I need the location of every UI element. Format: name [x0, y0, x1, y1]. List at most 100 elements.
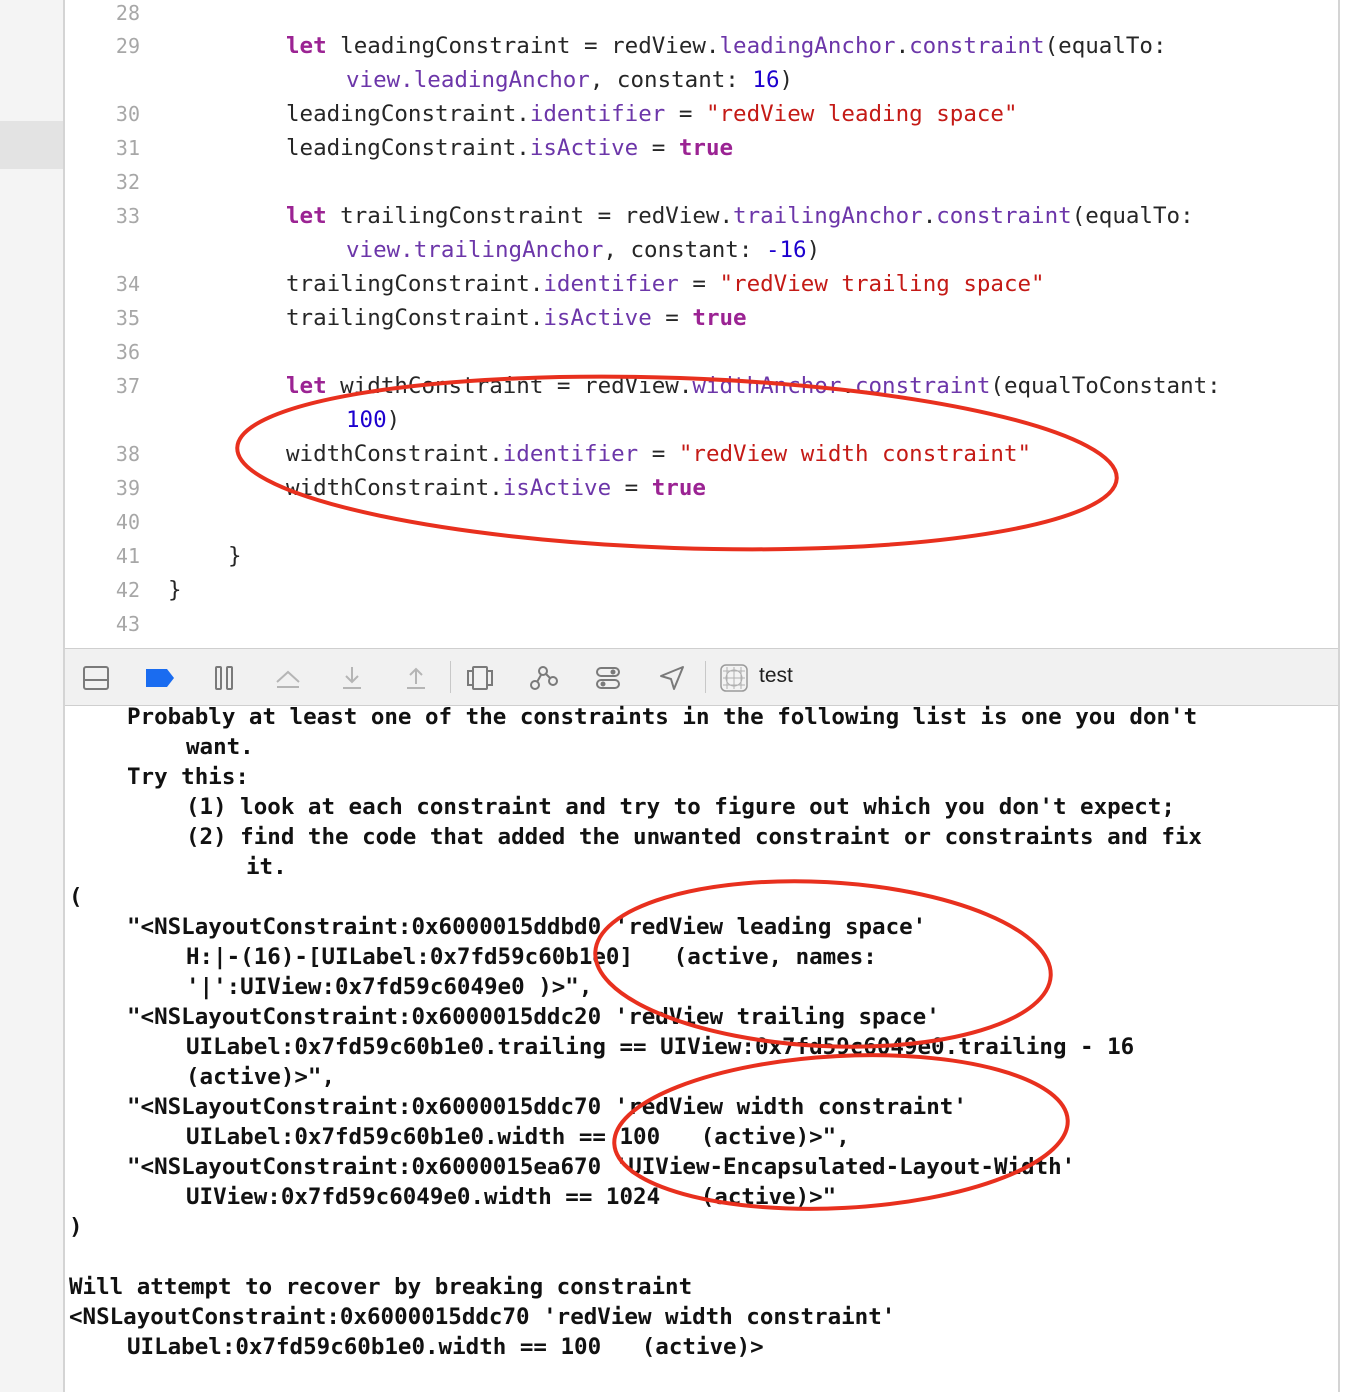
- console-line: Probably at least one of the constraints…: [127, 704, 1198, 730]
- code-token: ): [806, 237, 821, 263]
- code-token: =: [638, 135, 679, 161]
- console-line: UILabel:0x7fd59c60b1e0.width == 100 (act…: [186, 1124, 850, 1150]
- code-token: =: [678, 271, 720, 297]
- code-token: , constant:: [589, 67, 753, 93]
- code-token: trailingAnchor: [733, 203, 923, 229]
- step-into-icon[interactable]: [337, 664, 367, 692]
- console-line: (2) find the code that added the unwante…: [186, 824, 1202, 850]
- line-number: 41: [115, 544, 140, 568]
- line-number: 40: [115, 510, 140, 534]
- navigator-strip: [0, 0, 63, 1392]
- target-app-icon[interactable]: [719, 664, 749, 692]
- console-line: H:|-(16)-[UILabel:0x7fd59c60b1e0] (activ…: [186, 944, 877, 970]
- right-border: [1338, 0, 1340, 1392]
- console-line: "<NSLayoutConstraint:0x6000015ea670 'UIV…: [127, 1154, 1076, 1180]
- code-line: leadingConstraint.identifier = "redView …: [286, 101, 1018, 127]
- code-token: view.: [346, 237, 414, 263]
- line-number: 43: [115, 612, 140, 636]
- line-number: 34: [115, 272, 140, 296]
- code-token: (equalTo:: [1044, 33, 1167, 59]
- code-editor[interactable]: 28 29 let leadingConstraint = redView.lead…: [65, 0, 1338, 648]
- code-line: widthConstraint.identifier = "redView wi…: [286, 441, 1031, 467]
- line-number: 42: [115, 578, 140, 602]
- code-token: let: [286, 203, 327, 229]
- code-token: =: [611, 475, 652, 501]
- code-token: .: [841, 373, 855, 399]
- console-line: (active)>",: [186, 1064, 336, 1090]
- code-token: constraint: [854, 373, 991, 399]
- code-line: widthConstraint.isActive = true: [286, 475, 706, 501]
- console-line: Will attempt to recover by breaking cons…: [69, 1274, 693, 1300]
- code-token: 16: [752, 67, 780, 93]
- code-token: .: [895, 33, 910, 59]
- code-token: widthConstraint.: [286, 475, 503, 501]
- code-token: identifier: [529, 101, 666, 127]
- code-token: isActive: [502, 475, 612, 501]
- console-line: Try this:: [127, 764, 249, 790]
- code-token: (equalTo:: [1071, 203, 1194, 229]
- code-line: trailingConstraint.identifier = "redView…: [286, 271, 1045, 297]
- pause-icon[interactable]: [209, 664, 239, 692]
- console-line: "<NSLayoutConstraint:0x6000015ddc20 'red…: [127, 1004, 940, 1030]
- step-out-icon[interactable]: [401, 664, 431, 692]
- code-token: widthConstraint.: [286, 441, 503, 467]
- line-number: 28: [115, 1, 140, 25]
- code-token: view.: [346, 67, 414, 93]
- code-token: constraint: [936, 203, 1072, 229]
- code-token: -16: [765, 237, 807, 263]
- line-number: 33: [115, 204, 140, 228]
- code-line: }: [228, 543, 242, 569]
- hide-console-icon[interactable]: [81, 664, 111, 692]
- code-line: let leadingConstraint = redView.leadingA…: [286, 33, 1167, 59]
- code-line: }: [168, 577, 182, 603]
- code-line: leadingConstraint.isActive = true: [286, 135, 733, 161]
- code-token: widthConstraint = redView.: [326, 373, 693, 399]
- step-over-icon[interactable]: [273, 664, 303, 692]
- code-token: identifier: [543, 271, 679, 297]
- code-line: trailingConstraint.isActive = true: [286, 305, 747, 331]
- code-token: constraint: [909, 33, 1045, 59]
- code-token: trailingConstraint.: [286, 305, 544, 331]
- line-number: 32: [115, 170, 140, 194]
- view-hierarchy-icon[interactable]: [465, 664, 495, 692]
- console-line: UIView:0x7fd59c6049e0.width == 1024 (act…: [186, 1184, 837, 1210]
- code-token: "redView leading space": [705, 101, 1018, 127]
- code-token: leadingConstraint.: [286, 101, 530, 127]
- console-line: (: [69, 884, 83, 910]
- code-token: , constant:: [603, 237, 766, 263]
- environment-overrides-icon[interactable]: [593, 664, 623, 692]
- code-token: identifier: [502, 441, 639, 467]
- code-token: }: [168, 577, 182, 603]
- debug-toolbar: test: [65, 648, 1338, 706]
- console-line: "<NSLayoutConstraint:0x6000015ddc70 'red…: [127, 1094, 967, 1120]
- line-number: 35: [115, 306, 140, 330]
- console-line: '|':UIView:0x7fd59c6049e0 )>",: [186, 974, 593, 1000]
- debug-console[interactable]: Probably at least one of the constraints…: [65, 704, 1338, 1392]
- code-token: =: [665, 101, 706, 127]
- console-line: ): [69, 1214, 83, 1240]
- target-label[interactable]: test: [759, 664, 793, 688]
- memory-graph-icon[interactable]: [529, 664, 559, 692]
- line-number: 30: [115, 102, 140, 126]
- code-token: isActive: [543, 305, 652, 331]
- line-number: 29: [115, 34, 140, 58]
- navigator-selection: [0, 121, 63, 169]
- simulate-location-icon[interactable]: [657, 664, 687, 692]
- line-number: 39: [115, 476, 140, 500]
- line-number: 31: [115, 136, 140, 160]
- console-line: "<NSLayoutConstraint:0x6000015ddbd0 'red…: [127, 914, 927, 940]
- code-line: view.trailingAnchor, constant: -16): [346, 237, 820, 263]
- code-token: =: [638, 441, 679, 467]
- code-token: isActive: [529, 135, 639, 161]
- code-token: (equalToConstant:: [990, 373, 1221, 399]
- code-token: leadingConstraint.: [286, 135, 530, 161]
- console-line: want.: [186, 734, 254, 760]
- code-token: leadingConstraint = redView.: [326, 33, 720, 59]
- code-token: ): [779, 67, 794, 93]
- console-line: UILabel:0x7fd59c60b1e0.trailing == UIVie…: [186, 1034, 1135, 1060]
- code-token: trailingAnchor: [413, 237, 604, 263]
- breakpoint-icon[interactable]: [145, 664, 175, 692]
- code-token: "redView width constraint": [678, 441, 1032, 467]
- line-number: 38: [115, 442, 140, 466]
- console-line: <NSLayoutConstraint:0x6000015ddc70 'redV…: [69, 1304, 896, 1330]
